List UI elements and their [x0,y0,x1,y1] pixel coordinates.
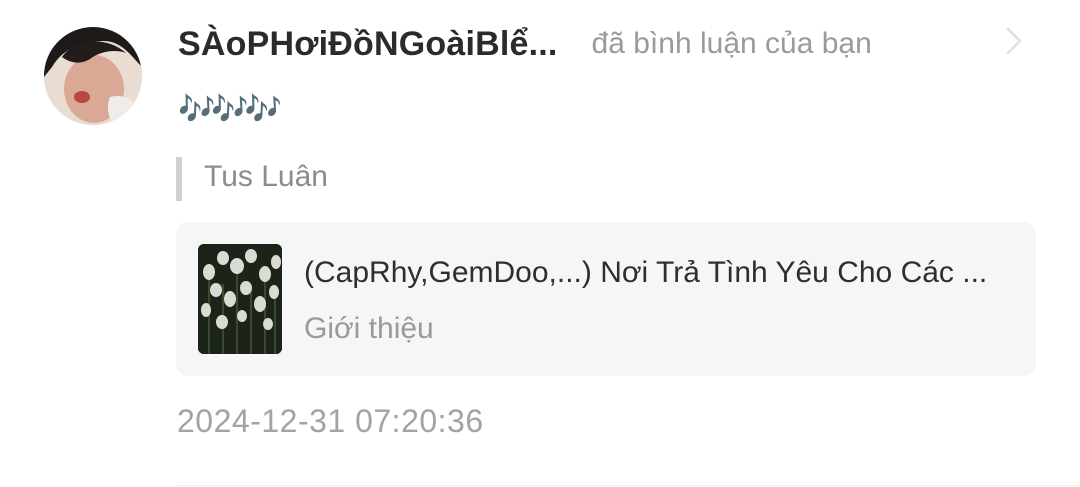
user-avatar[interactable] [44,27,142,125]
post-card[interactable]: (CapRhy,GemDoo,...) Nơi Trả Tình Yêu Cho… [176,222,1036,376]
notification-header: SÀoPHơiĐồNGoàiBlể... đã bình luận của bạ… [178,22,872,66]
timestamp: 2024-12-31 07:20:36 [177,403,484,439]
card-subtitle: Giới thiệu [304,312,434,345]
quoted-author: Tus Luân [204,160,328,193]
username[interactable]: SÀoPHơiĐồNGoàiBlể... [178,25,558,64]
comment-text: 🎶🎶🎶 [178,92,282,127]
divider [177,485,1080,486]
notification-action: đã bình luận của bạn [591,27,872,60]
avatar-image [44,27,142,125]
quote-bar [176,157,182,201]
tulip-thumbnail [198,244,282,354]
chevron-right-icon[interactable] [1002,26,1026,56]
card-title: (CapRhy,GemDoo,...) Nơi Trả Tình Yêu Cho… [304,256,988,289]
